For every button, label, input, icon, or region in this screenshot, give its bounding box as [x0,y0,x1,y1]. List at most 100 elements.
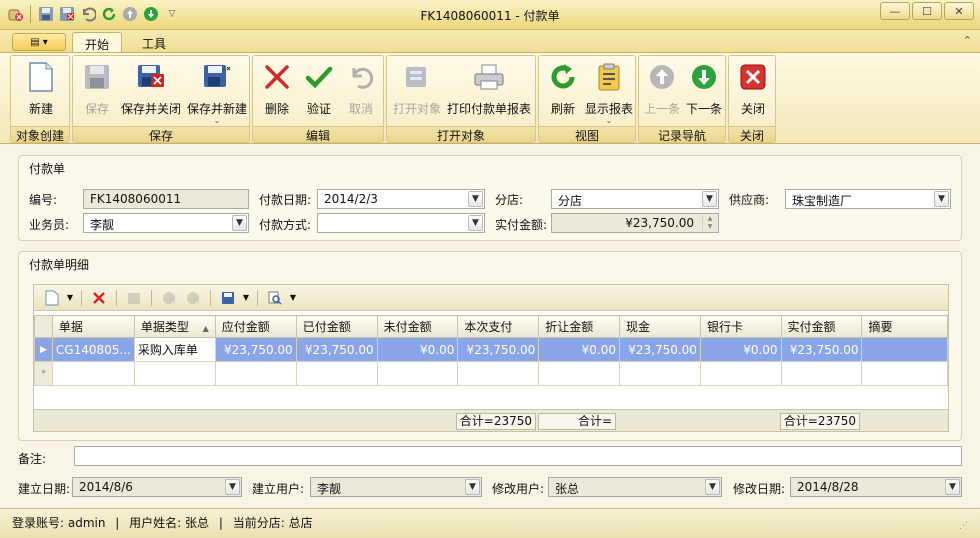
group-close: 关闭 关闭 [728,55,776,143]
close-window-button[interactable]: ✕ [944,2,974,20]
resize-grip-icon[interactable]: ⋰ [959,516,968,536]
chevron-down-icon[interactable]: ▼ [945,479,960,495]
spin-icon[interactable]: ▲ ▼ [702,215,717,231]
col-header[interactable]: 本次支付 [457,315,540,338]
new-button[interactable]: 新建 [19,60,63,126]
window-controls: — ☐ ✕ [880,2,974,20]
undo-icon [344,60,378,94]
report-clipboard-icon [592,60,626,94]
print-report-button[interactable]: 打印付款单报表 [445,60,533,126]
chevron-down-icon[interactable]: ▼ [702,191,717,207]
save-button[interactable]: 保存 [77,60,117,126]
save-close-icon [134,60,168,94]
search-icon[interactable] [265,288,285,308]
open-object-icon [400,60,434,94]
remark-field[interactable] [74,446,962,466]
table-row[interactable]: ▶ CG140805... 采购入库单 ¥23,750.00 ¥23,750.0… [34,337,948,362]
paid-amount-field[interactable]: ¥23,750.00 ▲ ▼ [551,213,719,233]
chevron-down-icon[interactable]: ▼ [289,288,297,308]
close-button[interactable]: 关闭 [733,60,773,126]
status-separator: | [115,516,120,530]
form-area: 付款单 编号: FK1408060011 付款日期: 2014/2/3 ▼ 分店:… [0,145,980,507]
validate-button[interactable]: 验证 [299,60,339,126]
show-report-button[interactable]: 显示报表 ⌄ [583,60,635,126]
chevron-down-icon: ⌄ [213,116,221,125]
new-document-icon [24,60,58,94]
move-up-icon[interactable] [159,288,179,308]
save-close-button[interactable]: 保存并关闭 [119,60,183,126]
title-bar: ▽ FK1408060011 - 付款单 — ☐ ✕ [0,0,980,30]
chevron-down-icon[interactable]: ▼ [934,191,949,207]
col-header[interactable]: 现金 [619,315,701,338]
modified-user-field[interactable]: 张总 ▼ [548,477,722,497]
group-nav: 上一条 下一条 记录导航 [638,55,726,143]
group-create: 新建 对象创建 [10,55,70,143]
summary-cell: 合计=23750 [456,413,536,430]
open-object-button[interactable]: 打开对象 [391,60,443,126]
tab-tools[interactable]: 工具 [130,32,178,53]
printer-icon [472,60,506,94]
new-row-icon[interactable] [42,288,62,308]
created-user-field[interactable]: 李靓 ▼ [310,477,482,497]
col-header[interactable]: 单据类型 ▲ [133,315,216,338]
delete-button[interactable]: 删除 [257,60,297,126]
chevron-down-icon[interactable]: ▼ [232,215,247,231]
col-header[interactable]: 已付金额 [295,315,378,338]
col-header[interactable]: 单据 [51,315,135,338]
chevron-down-icon: ▾ [42,36,48,48]
chevron-down-icon[interactable]: ▼ [468,191,483,207]
prev-record-button[interactable]: 上一条 [641,60,683,126]
close-icon [736,60,770,94]
table-header-row: 单据 单据类型 ▲ 应付金额 已付金额 未付金额 本次支付 折让金额 现金 银行… [34,315,948,338]
payment-method-select[interactable]: ▼ [317,213,485,233]
chevron-down-icon[interactable]: ▼ [465,479,480,495]
chevron-down-icon[interactable]: ▼ [242,288,250,308]
move-down-icon[interactable] [183,288,203,308]
ribbon-tabs: ▤ ▾ 开始 工具 ⌃ [0,30,980,53]
save-new-icon [200,60,234,94]
app-menu-button[interactable]: ▤ ▾ [12,33,66,51]
chevron-down-icon[interactable]: ▼ [225,479,240,495]
maximize-button[interactable]: ☐ [912,2,942,20]
chevron-down-icon[interactable]: ▼ [66,288,74,308]
new-row[interactable]: * [34,361,948,386]
header-section: 付款单 编号: FK1408060011 付款日期: 2014/2/3 ▼ 分店:… [18,155,962,241]
col-header[interactable]: 银行卡 [699,315,782,338]
staff-select[interactable]: 李靓 ▼ [83,213,249,233]
save-disk-icon [80,60,114,94]
ribbon-minimize-icon[interactable]: ⌃ [963,34,972,47]
next-record-button[interactable]: 下一条 [683,60,725,126]
group-save: 保存 保存并关闭 保存并新建 ⌄ 保存 [72,55,250,143]
open-row-icon[interactable] [124,288,144,308]
supplier-select[interactable]: 珠宝制造厂 ▼ [785,189,951,209]
summary-cell: 合计=23750 [780,413,860,430]
col-header[interactable]: 应付金额 [214,315,297,338]
number-field[interactable]: FK1408060011 [83,189,249,209]
cancel-button[interactable]: 取消 [341,60,381,126]
col-header[interactable]: 摘要 [861,315,948,338]
group-view: 刷新 显示报表 ⌄ 视图 [538,55,636,143]
status-account: 登录账号: admin [12,516,106,530]
tab-home[interactable]: 开始 [72,32,123,53]
created-date-field[interactable]: 2014/8/6 ▼ [72,477,242,497]
save-new-button[interactable]: 保存并新建 ⌄ [185,60,249,126]
col-header[interactable]: 未付金额 [376,315,459,338]
modified-date-field[interactable]: 2014/8/28 ▼ [790,477,962,497]
col-header[interactable]: 折让金额 [538,315,621,338]
status-separator: | [218,516,223,530]
checkmark-icon [302,60,336,94]
branch-select[interactable]: 分店 ▼ [551,189,719,209]
chevron-down-icon[interactable]: ▼ [468,215,483,231]
grid-summary-bar: 合计=23750 合计= 合计=23750 [34,409,948,431]
col-header[interactable]: 实付金额 [780,315,863,338]
detail-section: 付款单明细 ▼ ▼ ▼ 单据 单据类型 ▲ 应付金额 已付金额 未付金额 本次支… [18,251,962,441]
status-bar: 登录账号: admin | 用户姓名: 张总 | 当前分店: 总店 ⋰ [0,508,980,538]
minimize-button[interactable]: — [880,2,910,20]
ribbon: 新建 对象创建 保存 保存并关闭 保存并新建 ⌄ 保存 删除 验证 取消 编辑 … [0,52,980,144]
delete-row-icon[interactable] [89,288,109,308]
save-grid-icon[interactable] [218,288,238,308]
refresh-button[interactable]: 刷新 [543,60,583,126]
new-row-marker: * [34,361,53,386]
date-field[interactable]: 2014/2/3 ▼ [317,189,485,209]
chevron-down-icon[interactable]: ▼ [705,479,720,495]
